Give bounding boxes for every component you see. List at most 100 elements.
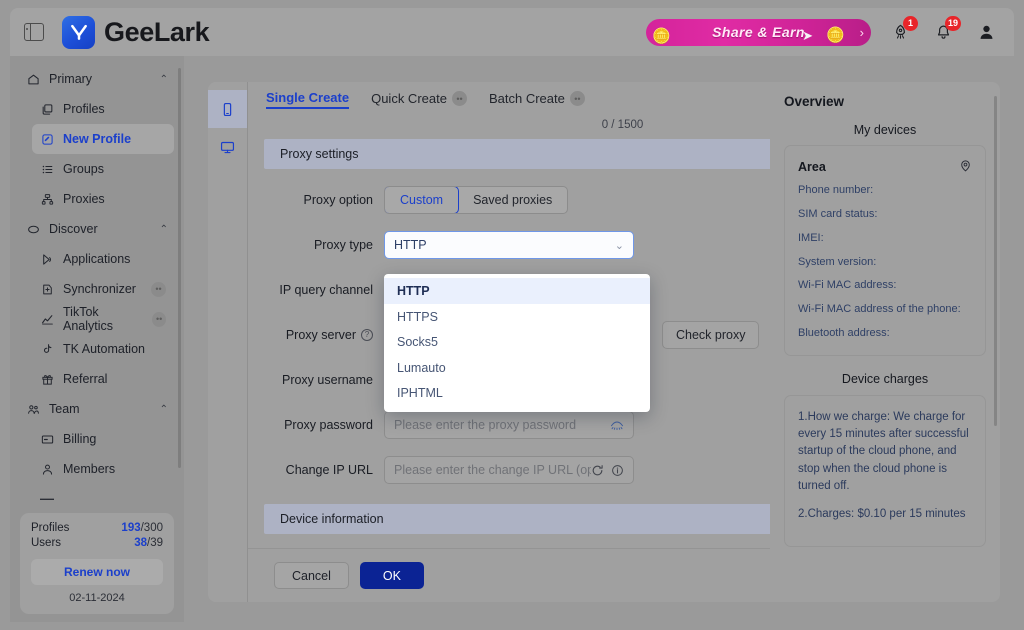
sidebar-scrollbar[interactable] xyxy=(178,68,181,468)
new-profile-icon xyxy=(40,133,55,146)
proxies-icon xyxy=(40,193,55,206)
sidebar-group-label: Discover xyxy=(49,222,98,236)
charges-paragraph-2: 2.Charges: $0.10 per 15 minutes xyxy=(798,508,966,521)
quota-row-users: Users 38/39 xyxy=(31,537,163,549)
rail-item-phone[interactable] xyxy=(208,90,247,128)
dropdown-option-lumauto[interactable]: Lumauto xyxy=(384,355,650,381)
rocket-announcement-button[interactable]: 1 xyxy=(887,15,918,46)
sidebar-item-label: Synchronizer xyxy=(63,282,136,296)
user-icon xyxy=(980,25,993,39)
proxy-option-saved-proxies-button[interactable]: Saved proxies xyxy=(458,187,567,213)
dropdown-option-https[interactable]: HTTPS xyxy=(384,304,650,330)
sidebar-group-label: Primary xyxy=(49,72,93,86)
tab-label: Quick Create xyxy=(371,91,447,107)
applications-icon xyxy=(40,253,55,266)
panel-toggle-icon[interactable] xyxy=(24,23,44,41)
disabled-indicator-icon: •• xyxy=(152,311,166,327)
ok-button[interactable]: OK xyxy=(359,562,424,589)
brand-name: GeeLark xyxy=(104,16,210,47)
device-type-rail xyxy=(208,82,248,602)
sidebar-item-label: Members xyxy=(63,462,116,476)
proxy-server-label: Proxy server ? xyxy=(274,328,384,342)
sidebar-item-label: Billing xyxy=(63,432,97,446)
change-ip-url-placeholder: Please enter the change IP URL (option..… xyxy=(394,463,591,478)
sidebar-item-synchronizer[interactable]: Synchronizer •• xyxy=(32,274,174,304)
sidebar-item-profiles[interactable]: Profiles xyxy=(32,94,174,124)
profiles-icon xyxy=(40,103,55,116)
quota-card: Profiles 193/300 Users 38/39 Renew now 0… xyxy=(20,513,174,614)
device-field-wifi-mac-address: Wi-Fi MAC address: xyxy=(798,279,897,292)
discover-icon xyxy=(26,223,41,236)
sidebar-item-groups[interactable]: Groups xyxy=(32,154,174,184)
proxy-username-label: Proxy username xyxy=(281,373,373,388)
proxy-password-input[interactable]: Please enter the proxy password xyxy=(384,411,634,440)
change-ip-url-label: Change IP URL xyxy=(285,463,373,478)
overview-scrollbar[interactable] xyxy=(994,96,997,426)
tab-quick-create[interactable]: Quick Create •• xyxy=(371,91,467,108)
device-field-imei: IMEI: xyxy=(798,231,824,244)
top-bar: GeeLark 🪙 Share & Earn ➤ 🪙 › 1 19 xyxy=(10,8,1014,56)
device-field-phone-number: Phone number: xyxy=(798,184,874,196)
refresh-icon[interactable] xyxy=(591,464,604,477)
renew-now-button[interactable]: Renew now xyxy=(31,559,163,585)
device-field-wifi-mac-address-phone: Wi-Fi MAC address of the phone: xyxy=(798,303,961,316)
sidebar-collapse-dash[interactable]: — xyxy=(32,487,174,509)
sidebar-item-tiktok-analytics[interactable]: TikTok Analytics •• xyxy=(32,304,174,334)
quota-expiry-date: 02-11-2024 xyxy=(69,592,125,604)
sidebar-item-billing[interactable]: Billing xyxy=(32,424,174,454)
tab-batch-create[interactable]: Batch Create •• xyxy=(489,91,585,108)
sidebar-item-referral[interactable]: Referral xyxy=(32,364,174,394)
sidebar-item-tk-automation[interactable]: TK Automation xyxy=(32,334,174,364)
my-devices-title: My devices xyxy=(853,123,917,137)
members-icon xyxy=(40,463,55,476)
proxy-password-placeholder: Please enter the proxy password xyxy=(394,418,577,433)
charges-paragraph-1: 1.How we charge: We charge for every 15 … xyxy=(798,410,969,492)
check-proxy-button[interactable]: Check proxy xyxy=(662,321,760,350)
cancel-button[interactable]: Cancel xyxy=(274,562,349,589)
sidebar-item-members[interactable]: Members xyxy=(32,454,174,484)
sidebar-group-primary[interactable]: Primary ⌃ xyxy=(20,64,174,94)
overview-panel: Overview My devices Area Phone number: S… xyxy=(770,82,1000,602)
proxy-option-custom-button[interactable]: Custom xyxy=(385,187,460,214)
disabled-indicator-icon: •• xyxy=(569,91,585,107)
team-icon xyxy=(26,403,41,416)
brand: GeeLark xyxy=(62,15,210,49)
user-avatar-button[interactable] xyxy=(973,19,1000,46)
sidebar-group-team[interactable]: Team ⌃ xyxy=(20,394,174,424)
chevron-right-icon: › xyxy=(859,24,864,40)
change-ip-url-input[interactable]: Please enter the change IP URL (option..… xyxy=(384,456,634,485)
info-icon[interactable] xyxy=(611,464,624,477)
proxy-option-segmented-control: Custom Saved proxies xyxy=(384,186,569,215)
notifications-badge: 19 xyxy=(944,15,961,31)
quota-profiles-value: 193/300 xyxy=(121,522,163,534)
tiktok-icon xyxy=(40,343,55,356)
proxy-type-select[interactable]: HTTP ⌄ xyxy=(384,231,634,260)
chevron-up-icon: ⌃ xyxy=(159,223,168,235)
sidebar-item-label: Referral xyxy=(63,372,108,386)
sidebar: Primary ⌃ Profiles New Profile Groups Pr… xyxy=(10,56,184,622)
synchronizer-icon xyxy=(40,283,55,296)
location-pin-icon[interactable] xyxy=(959,159,972,175)
sidebar-item-new-profile[interactable]: New Profile xyxy=(32,124,174,154)
dropdown-option-http[interactable]: HTTP xyxy=(384,278,650,304)
dropdown-option-socks5[interactable]: Socks5 xyxy=(384,329,650,355)
coin-icon-left: 🪙 xyxy=(652,27,671,45)
sidebar-nav: Primary ⌃ Profiles New Profile Groups Pr… xyxy=(10,64,184,512)
sidebar-item-label: TK Automation xyxy=(63,342,145,356)
sidebar-item-label: Proxies xyxy=(63,192,105,206)
proxy-password-toggle[interactable] xyxy=(610,420,624,431)
share-and-earn-banner[interactable]: 🪙 Share & Earn ➤ 🪙 › xyxy=(646,18,871,46)
sidebar-item-applications[interactable]: Applications xyxy=(32,244,174,274)
proxy-password-label: Proxy password xyxy=(284,418,373,433)
dropdown-option-iphtml[interactable]: IPHTML xyxy=(384,380,650,406)
help-icon[interactable]: ? xyxy=(361,329,373,342)
rail-item-desktop[interactable] xyxy=(208,128,247,166)
quota-users-value: 38/39 xyxy=(134,537,163,549)
tab-single-create[interactable]: Single Create xyxy=(266,90,350,110)
sidebar-group-discover[interactable]: Discover ⌃ xyxy=(20,214,174,244)
notifications-button[interactable]: 19 xyxy=(930,15,961,46)
sidebar-item-proxies[interactable]: Proxies xyxy=(32,184,174,214)
proxy-type-label: Proxy type xyxy=(313,238,373,253)
my-devices-card: Area Phone number: SIM card status: IMEI… xyxy=(784,145,986,356)
eye-off-icon xyxy=(610,421,624,430)
